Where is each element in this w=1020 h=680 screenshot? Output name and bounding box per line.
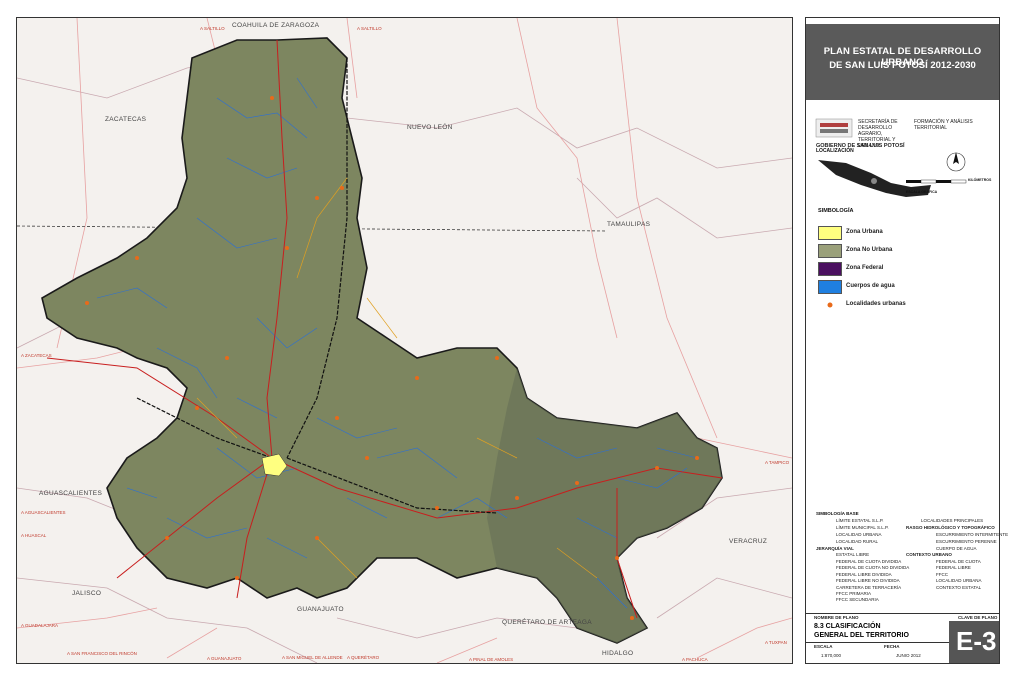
- road-dest-san-francisco: A SAN FRANCISCO DEL RINCÓN: [67, 651, 137, 656]
- state-label-coahuila: COAHUILA DE ZARAGOZA: [232, 22, 320, 29]
- road-dest-aguascalientes: A AGUASCALIENTES: [21, 510, 66, 515]
- legend-panel: PLAN ESTATAL DE DESARROLLO URBANO DE SAN…: [805, 17, 1008, 664]
- ubicacion-title: LOCALIZACIÓN: [816, 148, 854, 154]
- plan-title-line2: DE SAN LUIS POTOSÍ 2012-2030: [829, 60, 976, 71]
- base-item: LÍMITE MUNICIPAL S.L.P.: [836, 525, 889, 530]
- base-item: FEDERAL DE CUOTA NO DIVIDIDA: [836, 565, 910, 570]
- base-item: CONTEXTO ESTATAL: [936, 585, 982, 590]
- nombre-plano-2: GENERAL DEL TERRITORIO: [814, 632, 909, 639]
- road-dest-queretaro: A QUERÉTARO: [347, 655, 380, 660]
- nombre-plano-1: 8.3 CLASIFICACIÓN: [814, 623, 881, 630]
- base-item: CONTEXTO URBANO: [906, 552, 952, 557]
- road-dest-huascal: A HUASCAL: [21, 533, 47, 538]
- clave-plano-label: CLAVE DE PLANO: [958, 615, 998, 620]
- legend-label-localidades: Localidades urbanas: [846, 301, 906, 307]
- road-dest-guanajuato: A GUANAJUATO: [207, 656, 242, 661]
- base-item: ESCURRIMIENTO PERENNE: [936, 539, 997, 544]
- escala-label: ESCALA: [814, 644, 833, 649]
- fecha-label: FECHA: [884, 644, 900, 649]
- panel-header: PLAN ESTATAL DE DESARROLLO URBANO DE SAN…: [806, 24, 999, 100]
- road-dest-guadalajara: A GUADALAJARA: [21, 623, 59, 628]
- road-dest-tampico: A TAMPICO: [765, 460, 790, 465]
- legend-label-zona-no-urbana: Zona No Urbana: [846, 247, 893, 253]
- km-label: KILÓMETROS: [968, 178, 992, 182]
- escala-value: 1:870,000: [821, 653, 842, 658]
- base-item: ESTATAL LIBRE: [836, 552, 870, 557]
- legend-swatch-zona-no-urbana: [818, 244, 842, 258]
- base-item: JERARQUÍA VIAL: [816, 546, 854, 551]
- base-item: LOCALIDAD RURAL: [836, 539, 879, 544]
- huasteca-region: [487, 368, 722, 643]
- legend-label-cuerpos-agua: Cuerpos de agua: [846, 283, 895, 289]
- state-label-hidalgo: HIDALGO: [602, 650, 634, 657]
- formacion-text: FORMACIÓN Y ANÁLISIS TERRITORIAL: [914, 119, 973, 131]
- state-label-guanajuato: GUANAJUATO: [297, 606, 344, 613]
- escala-grafica-label: ESCALA GRÁFICA: [906, 190, 938, 194]
- north-arrow-icon: [946, 152, 966, 172]
- road-dest-tuxpan: A TUXPAN: [765, 640, 787, 645]
- road-dest-san-miguel: A SAN MIGUEL DE ALLENDE: [282, 655, 343, 660]
- state-label-nuevo-leon: NUEVO LEÓN: [407, 124, 453, 131]
- map-frame[interactable]: COAHUILA DE ZARAGOZA ZACATECAS NUEVO LEÓ…: [16, 17, 793, 664]
- base-item: LOCALIDADES PRINCIPALES: [921, 518, 984, 523]
- state-label-queretaro: QUERÉTARO DE ARTEAGA: [502, 619, 592, 626]
- base-item: LÍMITE ESTATAL S.L.P.: [836, 518, 884, 523]
- state-label-tamaulipas: TAMAULIPAS: [607, 221, 651, 228]
- state-label-jalisco: JALISCO: [72, 590, 102, 597]
- simbologia-base-title: SIMBOLOGÍA BASE: [816, 511, 859, 516]
- base-item: ESCURRIMIENTO INTERMITENTE: [936, 532, 1009, 537]
- base-item: FFCC: [936, 572, 948, 577]
- road-dest-saltillo-1: A SALTILLO: [200, 26, 225, 31]
- base-item: FEDERAL DE CUOTA DIVIDIDA: [836, 559, 902, 564]
- base-item: LOCALIDAD URBANA: [836, 532, 882, 537]
- road-dest-pachuca: A PACHUCA: [682, 657, 708, 662]
- base-item: FFCC SECUNDARIA: [836, 597, 879, 602]
- legend-swatch-zona-federal: [818, 262, 842, 276]
- base-item: FEDERAL LIBRE: [936, 565, 971, 570]
- legend-swatch-zona-urbana: [818, 226, 842, 240]
- simbologia-title: SIMBOLOGÍA: [818, 208, 854, 214]
- base-item: FEDERAL LIBRE DIVIDIDA: [836, 572, 892, 577]
- road-dest-pinal: A PINAL DE AMOLES: [469, 657, 514, 662]
- fecha-value: JUNIO 2012: [896, 653, 921, 658]
- nombre-plano-label: NOMBRE DE PLANO: [814, 615, 859, 620]
- map-canvas: [17, 18, 792, 663]
- state-label-zacatecas: ZACATECAS: [105, 116, 147, 123]
- base-item: CARRETERA DE TERRACERÍA: [836, 585, 902, 590]
- base-item: FFCC PRIMARIA: [836, 591, 872, 596]
- state-label-aguascalientes: AGUASCALIENTES: [39, 490, 103, 497]
- road-dest-zacatecas: A ZACATECAS: [21, 353, 52, 358]
- clave-plano-code: E-3: [956, 626, 997, 656]
- base-item: CUERPO DE AGUA: [936, 546, 977, 551]
- base-item: FEDERAL DE CUOTA: [936, 559, 981, 564]
- government-seal-icon: [815, 118, 853, 138]
- road-dest-saltillo-2: A SALTILLO: [357, 26, 382, 31]
- base-item: LOCALIDAD URBANA: [936, 578, 982, 583]
- locality-dot-icon: [827, 302, 833, 308]
- legend-swatch-cuerpos-agua: [818, 280, 842, 294]
- legend-label-zona-urbana: Zona Urbana: [846, 229, 883, 235]
- state-label-veracruz: VERACRUZ: [729, 538, 768, 545]
- base-item: RASGO HIDROLÓGICO Y TOPOGRÁFICO: [906, 525, 995, 530]
- legend-label-zona-federal: Zona Federal: [846, 265, 884, 271]
- base-item: FEDERAL LIBRE NO DIVIDIDA: [836, 578, 900, 583]
